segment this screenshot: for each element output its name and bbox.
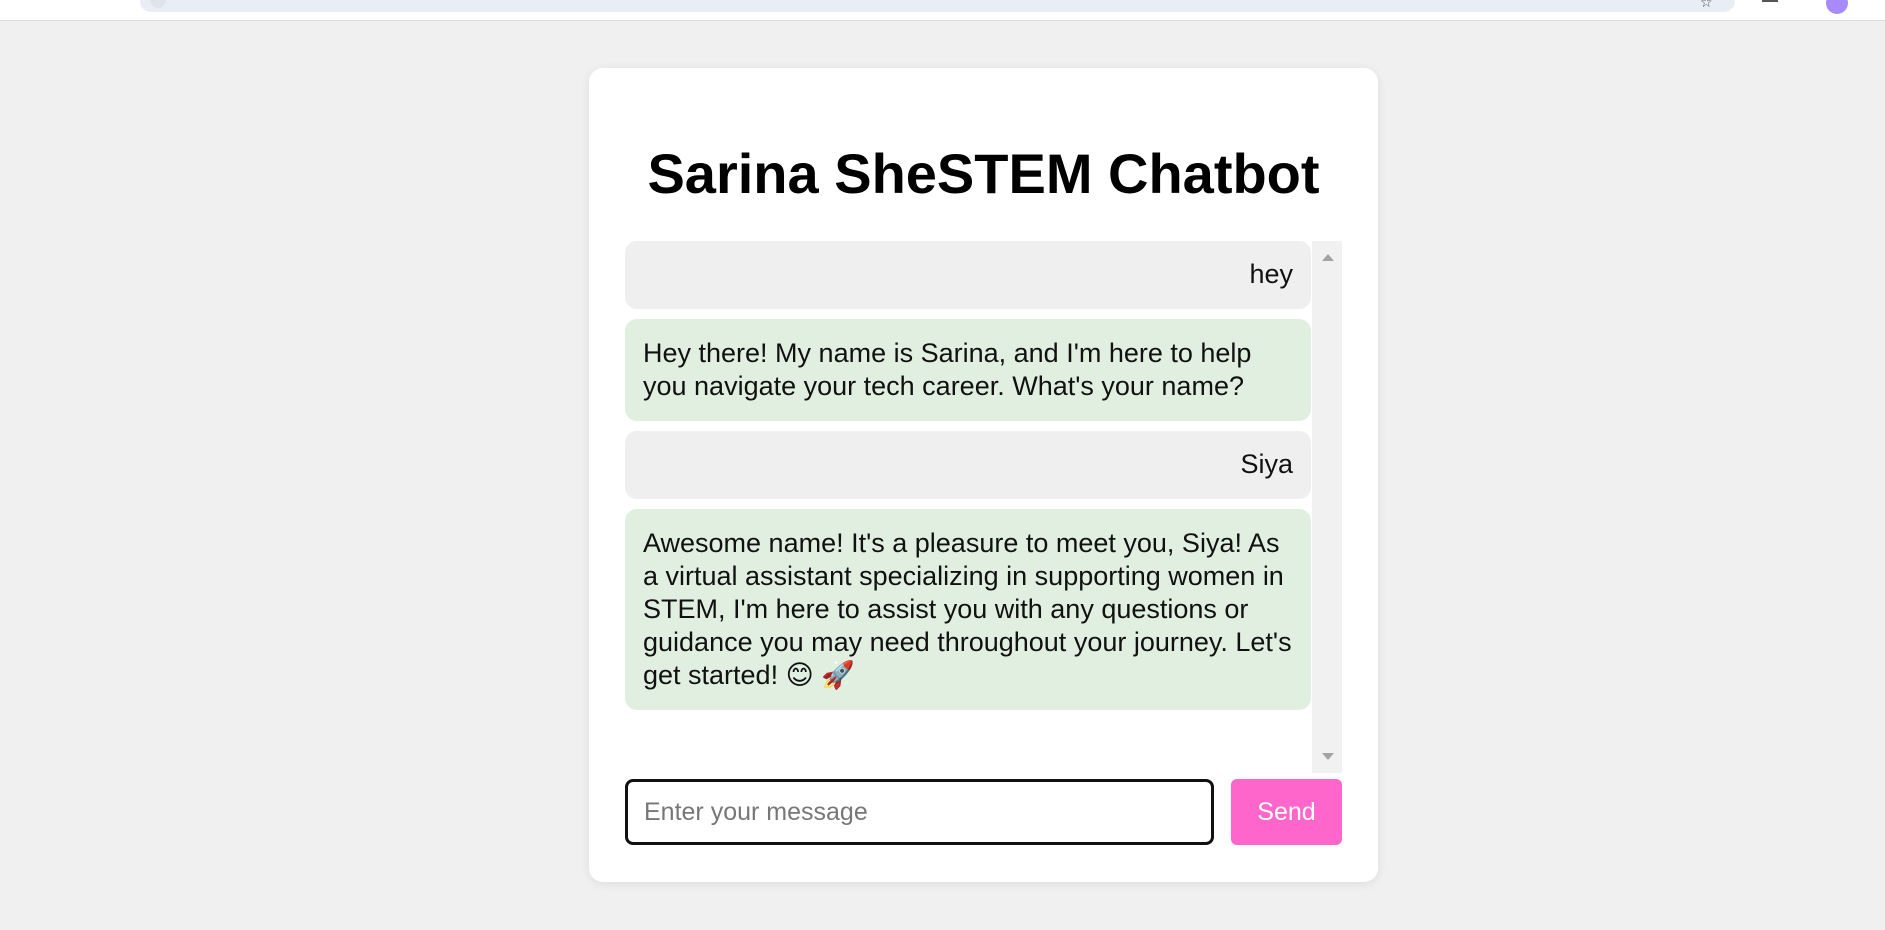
bot-message: Awesome name! It's a pleasure to meet yo… (625, 509, 1311, 710)
message-composer: Send (625, 779, 1342, 845)
bot-message: Hey there! My name is Sarina, and I'm he… (625, 319, 1311, 421)
profile-avatar[interactable] (1826, 0, 1848, 14)
page-title: Sarina SheSTEM Chatbot (647, 142, 1320, 205)
chat-card: Sarina SheSTEM Chatbot hey Hey there! My… (589, 68, 1378, 882)
user-message: hey (625, 241, 1311, 309)
scroll-up-arrow-icon[interactable] (1322, 254, 1334, 261)
browser-toolbar: ☆ (0, 0, 1885, 21)
extensions-icon[interactable] (1762, 0, 1778, 2)
chat-scrollbar[interactable] (1312, 241, 1342, 773)
chat-history[interactable]: hey Hey there! My name is Sarina, and I'… (625, 241, 1342, 773)
message-list: hey Hey there! My name is Sarina, and I'… (625, 241, 1311, 720)
message-input[interactable] (625, 779, 1214, 845)
bookmark-star-icon[interactable]: ☆ (1700, 0, 1713, 11)
scroll-down-arrow-icon[interactable] (1322, 753, 1334, 760)
send-button[interactable]: Send (1231, 779, 1342, 845)
address-bar[interactable] (140, 0, 1735, 12)
user-message: Siya (625, 431, 1311, 499)
